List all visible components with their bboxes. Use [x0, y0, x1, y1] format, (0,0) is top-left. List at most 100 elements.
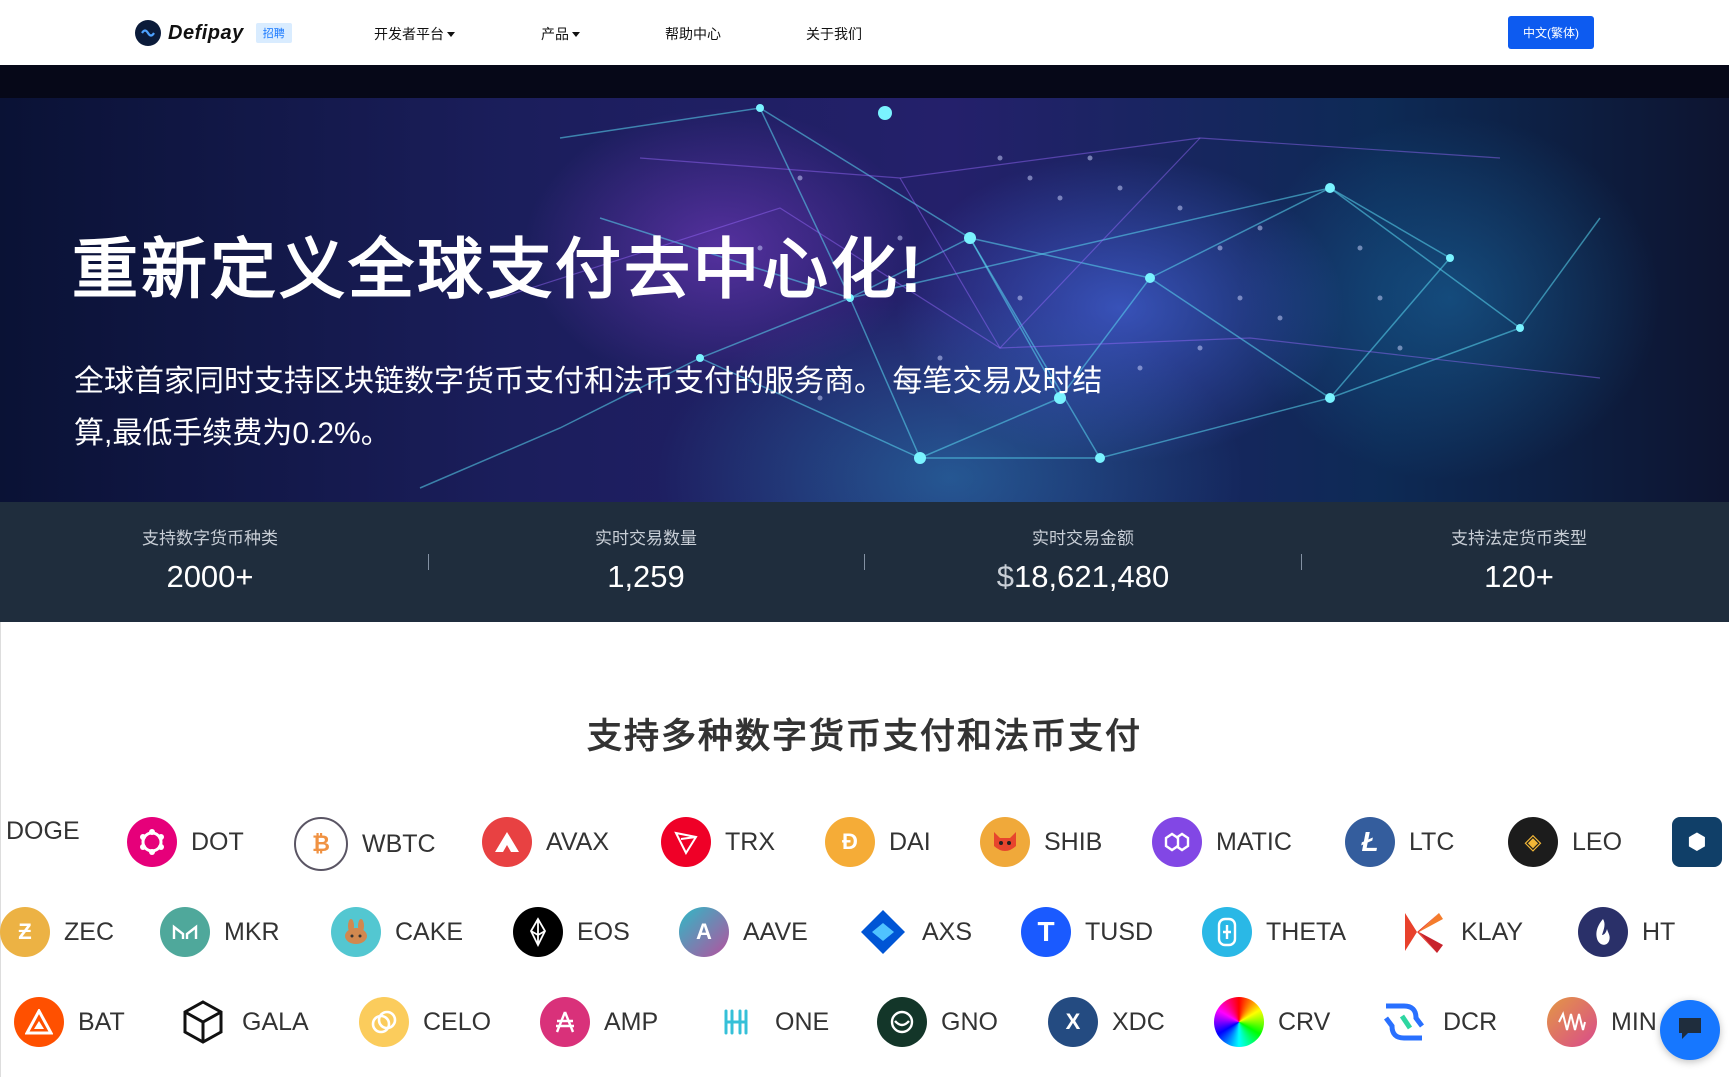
matic-icon: [1152, 817, 1202, 867]
gno-icon: [877, 997, 927, 1047]
wbtc-icon: ₿: [294, 817, 348, 871]
coin-crv[interactable]: CRV: [1214, 997, 1330, 1047]
stat-label: 实时交易数量: [595, 529, 697, 548]
coin-label: GALA: [242, 1007, 309, 1036]
coin-celo[interactable]: CELO: [359, 997, 491, 1047]
gala-icon: [178, 997, 228, 1047]
coin-ht[interactable]: HT: [1578, 907, 1675, 957]
theta-icon: [1202, 907, 1252, 957]
coin-aave[interactable]: A AAVE: [679, 907, 808, 957]
coin-tusd[interactable]: T TUSD: [1021, 907, 1153, 957]
stat-value: 2000+: [166, 559, 254, 594]
coin-label: MKR: [224, 917, 280, 946]
coin-trx[interactable]: TRX: [661, 817, 775, 867]
coin-label: GNO: [941, 1007, 998, 1036]
dot-icon: [127, 817, 177, 867]
xdc-icon: X: [1048, 997, 1098, 1047]
hero-subtitle: 全球首家同时支持区块链数字货币支付和法币支付的服务商。 每笔交易及时结算,最低手…: [74, 365, 1103, 450]
coin-gno[interactable]: GNO: [877, 997, 998, 1047]
coin-cake[interactable]: CAKE: [331, 907, 463, 957]
coin-cro[interactable]: ⬢: [1672, 817, 1729, 867]
coin-label: MIN: [1611, 1007, 1657, 1036]
coin-leo[interactable]: ◈ LEO: [1508, 817, 1622, 867]
nav-item-label: 产品: [541, 26, 569, 42]
stat-amount: 18,621,480: [1014, 559, 1170, 594]
coin-label: SHIB: [1044, 827, 1103, 856]
ht-icon: [1578, 907, 1628, 957]
celo-icon: [359, 997, 409, 1047]
coin-dot[interactable]: DOT: [127, 817, 244, 867]
nav-help-center[interactable]: 帮助中心: [665, 24, 721, 44]
dai-icon: Đ: [825, 817, 875, 867]
coin-dai[interactable]: Đ DAI: [825, 817, 931, 867]
recruit-badge[interactable]: 招聘: [255, 23, 292, 43]
coin-label: DAI: [889, 827, 931, 856]
coin-label: WBTC: [362, 829, 436, 858]
cro-icon: ⬢: [1672, 817, 1722, 867]
coin-label: MATIC: [1216, 827, 1292, 856]
coin-dcr[interactable]: DCR: [1379, 997, 1497, 1047]
axs-icon: [858, 907, 908, 957]
one-icon: [711, 997, 761, 1047]
coin-label: CRV: [1278, 1007, 1331, 1036]
coin-bat[interactable]: BAT: [14, 997, 125, 1047]
coin-label: LEO: [1572, 827, 1623, 856]
chat-icon: [1676, 1015, 1704, 1046]
logo[interactable]: Defipay 招聘: [135, 20, 292, 46]
trx-icon: [661, 817, 711, 867]
language-switch-button[interactable]: 中文(繁体): [1508, 16, 1594, 49]
coin-one[interactable]: ONE: [711, 997, 829, 1047]
coin-eos[interactable]: EOS: [513, 907, 630, 957]
nav-item-label: 开发者平台: [374, 26, 444, 42]
coin-doge[interactable]: DOGE: [6, 817, 80, 846]
nav-products[interactable]: 产品: [541, 24, 580, 44]
zec-icon: Ƶ: [0, 907, 50, 957]
coin-xdc[interactable]: X XDC: [1048, 997, 1165, 1047]
coin-label: KLAY: [1461, 917, 1524, 946]
defipay-logo-icon: [135, 20, 161, 46]
chat-support-button[interactable]: [1660, 1000, 1720, 1060]
caret-down-icon: [447, 31, 455, 37]
coin-avax[interactable]: AVAX: [482, 817, 609, 867]
coin-label: CELO: [423, 1007, 492, 1036]
tusd-icon: T: [1021, 907, 1071, 957]
mina-icon: [1547, 997, 1597, 1047]
stat-crypto-types: 支持数字货币种类 2000+: [60, 524, 360, 595]
coin-label: HT: [1642, 917, 1676, 946]
coin-amp[interactable]: AMP: [540, 997, 658, 1047]
coin-zec[interactable]: Ƶ ZEC: [0, 907, 114, 957]
coin-matic[interactable]: MATIC: [1152, 817, 1292, 867]
stats-bar: 支持数字货币种类 2000+ 实时交易数量 1,259 实时交易金额 $18,6…: [0, 502, 1729, 622]
nav-item-label: 关于我们: [806, 26, 862, 42]
hero-title: 重新定义全球支付去中心化!: [72, 232, 925, 306]
hero-top-band: [0, 65, 1729, 98]
leo-icon: ◈: [1508, 817, 1558, 867]
nav-item-label: 帮助中心: [665, 26, 721, 42]
coin-axs[interactable]: AXS: [858, 907, 972, 957]
section-title: 支持多种数字货币支付和法币支付: [586, 717, 1142, 756]
coin-mina[interactable]: MIN: [1547, 997, 1657, 1047]
crv-icon: [1214, 997, 1264, 1047]
nav-developer-platform[interactable]: 开发者平台: [374, 24, 455, 44]
coin-wbtc[interactable]: ₿ WBTC: [294, 817, 436, 871]
nav-about-us[interactable]: 关于我们: [806, 24, 862, 44]
avax-icon: [482, 817, 532, 867]
hero-banner: 重新定义全球支付去中心化! 全球首家同时支持区块链数字货币支付和法币支付的服务商…: [0, 98, 1729, 502]
coin-theta[interactable]: THETA: [1202, 907, 1346, 957]
coin-shib[interactable]: SHIB: [980, 817, 1102, 867]
stat-tx-count: 实时交易数量 1,259: [496, 524, 796, 595]
stat-divider: [428, 554, 429, 570]
coin-label: ZEC: [64, 917, 114, 946]
coin-gala[interactable]: GALA: [178, 997, 309, 1047]
stat-label: 实时交易金额: [1032, 529, 1134, 548]
coin-label: XDC: [1112, 1007, 1165, 1036]
cake-icon: [331, 907, 381, 957]
coin-label: DCR: [1443, 1007, 1498, 1036]
stat-value: $18,621,480: [933, 559, 1233, 595]
coin-klay[interactable]: KLAY: [1397, 907, 1523, 957]
aave-icon: A: [679, 907, 729, 957]
coin-ltc[interactable]: Ł LTC: [1345, 817, 1454, 867]
coin-mkr[interactable]: MKR: [160, 907, 280, 957]
coin-label: AAVE: [743, 917, 808, 946]
coin-label: LTC: [1409, 827, 1455, 856]
